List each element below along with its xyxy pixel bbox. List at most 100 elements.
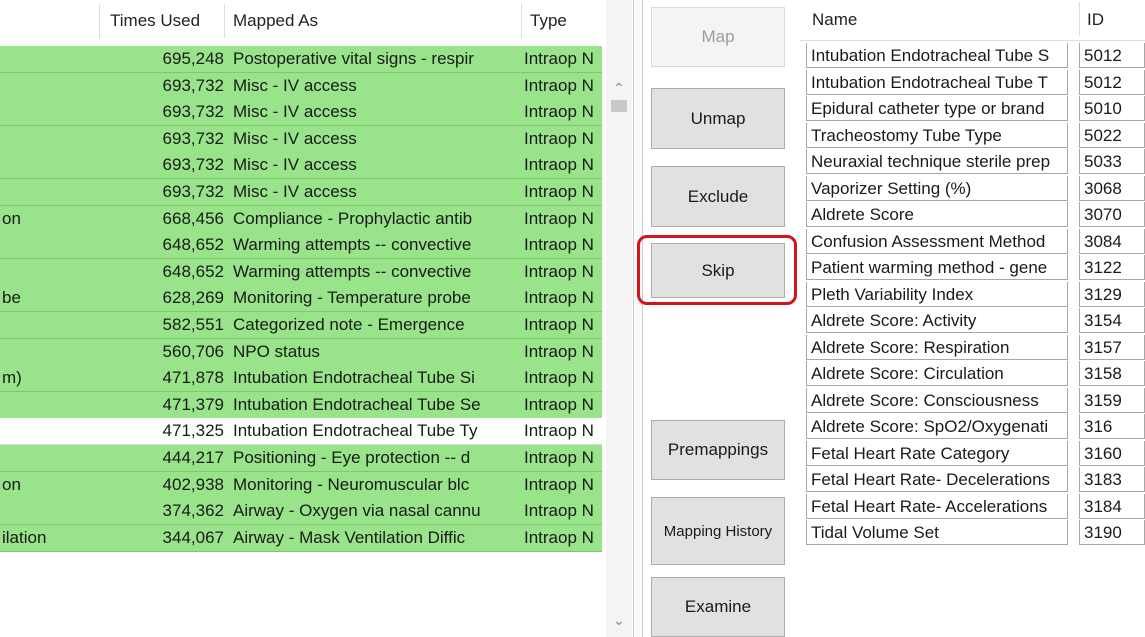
list-item[interactable]: Fetal Heart Rate- Accelerations 3184 (800, 494, 1145, 520)
concept-id-cell: 5010 (1079, 96, 1145, 121)
list-item[interactable]: Patient warming method - gene 3122 (800, 255, 1145, 281)
row-type-cell: Intraop N (524, 209, 594, 228)
table-row[interactable]: 693,732 Misc - IV access Intraop N (0, 179, 602, 206)
row-name-cell (0, 46, 102, 72)
concept-name-cell: Fetal Heart Rate- Accelerations (806, 494, 1068, 519)
row-name-cell (0, 339, 102, 365)
row-type-cell: Intraop N (524, 342, 594, 361)
row-times-used-cell: 693,732 (162, 155, 224, 174)
skip-button-highlight (637, 235, 797, 305)
mapping-history-button[interactable]: Mapping History (651, 497, 785, 565)
list-item[interactable]: Neuraxial technique sterile prep 5033 (800, 149, 1145, 175)
unmap-button[interactable]: Unmap (651, 88, 785, 149)
row-type-cell: Intraop N (524, 262, 594, 281)
column-header-id[interactable]: ID (1087, 0, 1104, 40)
list-item[interactable]: Epidural catheter type or brand 5010 (800, 96, 1145, 122)
list-item[interactable]: Fetal Heart Rate Category 3160 (800, 441, 1145, 467)
list-item[interactable]: Fetal Heart Rate- Decelerations 3183 (800, 467, 1145, 493)
row-mapped-as-cell: Intubation Endotracheal Tube Se (233, 395, 481, 414)
row-mapped-as-cell: Positioning - Eye protection -- d (233, 448, 471, 467)
list-item[interactable]: Aldrete Score: Activity 3154 (800, 308, 1145, 334)
table-row[interactable]: 560,706 NPO status Intraop N (0, 339, 602, 366)
column-header-name[interactable]: Name (812, 0, 857, 40)
map-button[interactable]: Map (651, 7, 785, 67)
row-mapped-as-cell: Compliance - Prophylactic antib (233, 209, 473, 228)
premappings-button[interactable]: Premappings (651, 420, 785, 480)
row-mapped-as-cell: Misc - IV access (233, 102, 357, 121)
exclude-button[interactable]: Exclude (651, 166, 785, 227)
mapped-items-header: Times Used Mapped As Type (0, 0, 610, 42)
table-row[interactable]: 444,217 Positioning - Eye protection -- d… (0, 445, 602, 472)
scroll-up-arrow-icon[interactable]: ⌃ (613, 80, 625, 97)
row-name-cell (0, 312, 102, 338)
row-times-used-cell: 471,379 (162, 395, 224, 414)
column-separator[interactable] (521, 4, 522, 38)
concept-id-cell: 3129 (1079, 282, 1145, 307)
table-row[interactable]: 374,362 Airway - Oxygen via nasal cannu In… (0, 498, 602, 525)
concept-id-cell: 3159 (1079, 388, 1145, 413)
row-name-cell (0, 259, 102, 285)
column-separator[interactable] (1079, 2, 1080, 36)
list-item[interactable]: Aldrete Score: Circulation 3158 (800, 361, 1145, 387)
row-name-cell (0, 445, 102, 471)
concept-name-cell: Aldrete Score (806, 202, 1068, 227)
row-name-cell: be (2, 288, 21, 307)
row-type-cell: Intraop N (524, 368, 594, 387)
table-row[interactable]: 471,325 Intubation Endotracheal Tube Ty In… (0, 418, 602, 445)
row-mapped-as-cell: Airway - Oxygen via nasal cannu (233, 501, 481, 520)
column-header-times-used[interactable]: Times Used (110, 0, 200, 42)
list-item[interactable]: Tracheostomy Tube Type 5022 (800, 123, 1145, 149)
concept-name-cell: Aldrete Score: Respiration (806, 335, 1068, 360)
concept-name-cell: Tracheostomy Tube Type (806, 123, 1068, 148)
concept-id-cell: 3084 (1079, 229, 1145, 254)
row-type-cell: Intraop N (524, 395, 594, 414)
table-row[interactable]: ilation 344,067 Airway - Mask Ventilation … (0, 525, 602, 552)
concept-name-cell: Intubation Endotracheal Tube T (806, 70, 1068, 95)
row-times-used-cell: 628,269 (162, 288, 224, 307)
list-item[interactable]: Aldrete Score 3070 (800, 202, 1145, 228)
pane-splitter[interactable] (633, 0, 643, 637)
list-item[interactable]: Vaporizer Setting (%) 3068 (800, 176, 1145, 202)
scrollbar-thumb[interactable] (611, 100, 627, 112)
table-row[interactable]: 693,732 Misc - IV access Intraop N (0, 99, 602, 126)
row-name-cell: ilation (2, 528, 47, 547)
table-row[interactable]: 582,551 Categorized note - Emergence Intra… (0, 312, 602, 339)
left-grid-vertical-scrollbar[interactable]: ⌃ ⌄ (606, 0, 632, 637)
row-name-cell: on (2, 209, 21, 228)
examine-button[interactable]: Examine (651, 577, 785, 637)
table-row[interactable]: 648,652 Warming attempts -- convective Int… (0, 259, 602, 286)
mapped-items-grid[interactable]: Times Used Mapped As Type 695,248 Postope… (0, 0, 610, 637)
scroll-down-arrow-icon[interactable]: ⌄ (613, 612, 625, 629)
list-item[interactable]: Intubation Endotracheal Tube T 5012 (800, 70, 1145, 96)
table-row[interactable]: 693,732 Misc - IV access Intraop N (0, 152, 602, 179)
table-row[interactable]: 693,732 Misc - IV access Intraop N (0, 73, 602, 100)
table-row[interactable]: on 402,938 Monitoring - Neuromuscular blc I… (0, 472, 602, 499)
concept-id-cell: 5012 (1079, 43, 1145, 68)
row-type-cell: Intraop N (524, 475, 594, 494)
list-item[interactable]: Pleth Variability Index 3129 (800, 282, 1145, 308)
row-mapped-as-cell: Intubation Endotracheal Tube Si (233, 368, 475, 387)
list-item[interactable]: Aldrete Score: SpO2/Oxygenati 316 (800, 414, 1145, 440)
column-separator[interactable] (99, 4, 100, 38)
row-mapped-as-cell: Misc - IV access (233, 76, 357, 95)
column-separator[interactable] (224, 4, 225, 38)
table-row[interactable]: m) 471,878 Intubation Endotracheal Tube Si… (0, 365, 602, 392)
list-item[interactable]: Tidal Volume Set 3190 (800, 520, 1145, 546)
table-row[interactable]: 471,379 Intubation Endotracheal Tube Se In… (0, 392, 602, 419)
row-name-cell (0, 152, 102, 178)
row-name-cell (0, 126, 102, 152)
table-row[interactable]: 693,732 Misc - IV access Intraop N (0, 126, 602, 153)
table-row[interactable]: 695,248 Postoperative vital signs - respi… (0, 46, 602, 73)
table-row[interactable]: 648,652 Warming attempts -- convective Int… (0, 232, 602, 259)
list-item[interactable]: Aldrete Score: Respiration 3157 (800, 335, 1145, 361)
list-item[interactable]: Confusion Assessment Method 3084 (800, 229, 1145, 255)
concept-id-cell: 316 (1079, 414, 1145, 439)
column-header-mapped-as[interactable]: Mapped As (233, 0, 318, 42)
target-concepts-grid[interactable]: Name ID Intubation Endotracheal Tube S 50… (800, 0, 1145, 637)
list-item[interactable]: Intubation Endotracheal Tube S 5012 (800, 43, 1145, 69)
table-row[interactable]: on 668,456 Compliance - Prophylactic antib… (0, 206, 602, 233)
table-row[interactable]: be 628,269 Monitoring - Temperature probe I… (0, 285, 602, 312)
column-header-type[interactable]: Type (530, 0, 567, 42)
row-times-used-cell: 693,732 (162, 182, 224, 201)
list-item[interactable]: Aldrete Score: Consciousness 3159 (800, 388, 1145, 414)
